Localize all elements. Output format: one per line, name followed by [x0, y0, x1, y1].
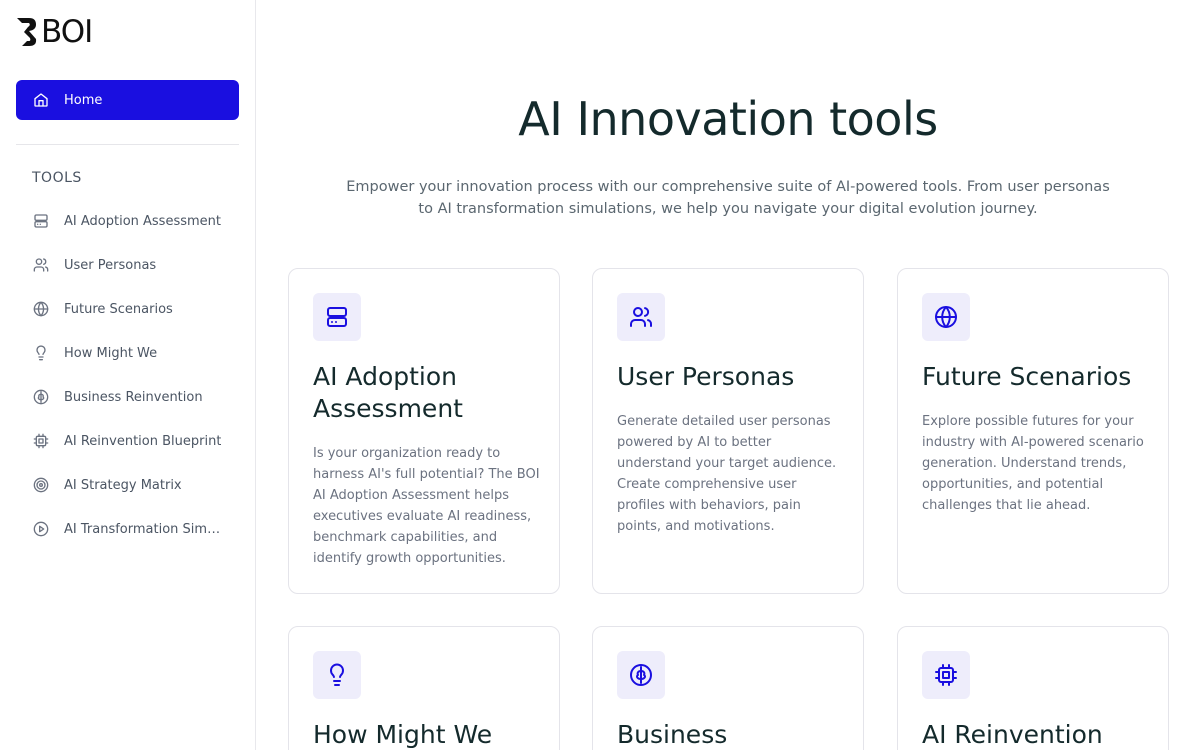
main-content: AI Innovation tools Empower your innovat… — [256, 0, 1200, 750]
brain-icon — [32, 389, 49, 406]
tools-heading: TOOLS — [32, 170, 82, 186]
lightbulb-icon — [32, 345, 49, 362]
sidebar-item-home[interactable]: Home — [16, 80, 239, 120]
server-icon — [313, 293, 361, 341]
globe-icon — [32, 301, 49, 318]
card-title: How Might We — [313, 720, 493, 749]
sidebar-item-business-reinvention[interactable]: Business Reinvention — [16, 375, 239, 419]
target-icon — [32, 477, 49, 494]
sidebar-item-ai-strategy-matrix[interactable]: AI Strategy Matrix — [16, 463, 239, 507]
brain-icon — [617, 651, 665, 699]
sidebar-item-ai-reinvention-blueprint[interactable]: AI Reinvention Blueprint — [16, 419, 239, 463]
sidebar-item-label: Future Scenarios — [64, 301, 173, 317]
lightbulb-icon — [313, 651, 361, 699]
sidebar-item-label: Home — [64, 92, 103, 108]
card-title: AI Adoption Assessment — [313, 362, 463, 423]
card-description: Explore possible futures for your indust… — [922, 414, 1144, 513]
card-description: Is your organization ready to harness AI… — [313, 446, 540, 566]
sidebar-item-user-personas[interactable]: User Personas — [16, 243, 239, 287]
home-icon — [32, 92, 49, 109]
page-subtitle: Empower your innovation process with our… — [346, 179, 1110, 217]
card-description: Generate detailed user personas powered … — [617, 414, 837, 534]
sidebar-item-label: AI Strategy Matrix — [64, 477, 182, 493]
logo-mark-icon — [17, 18, 37, 46]
sidebar-item-label: Business Reinvention — [64, 389, 203, 405]
sidebar-divider — [16, 144, 239, 145]
sidebar-item-label: AI Reinvention Blueprint — [64, 433, 222, 449]
tool-card-how-might-we[interactable]: How Might We — [288, 626, 560, 750]
card-title: AI Reinvention — [922, 720, 1103, 749]
sidebar: BOI Home TOOLS AI Adoption Assessment Us… — [0, 0, 256, 750]
server-icon — [32, 213, 49, 230]
tool-card-ai-adoption-assessment[interactable]: AI Adoption Assessment Is your organizat… — [288, 268, 560, 594]
logo-text: BOI — [41, 14, 93, 50]
sidebar-item-label: AI Transformation Simu... — [64, 521, 224, 537]
tool-card-ai-reinvention-blueprint[interactable]: AI Reinvention — [897, 626, 1169, 750]
page-title: AI Innovation tools — [518, 92, 938, 146]
play-circle-icon — [32, 521, 49, 538]
card-title: Business — [617, 720, 728, 749]
sidebar-item-how-might-we[interactable]: How Might We — [16, 331, 239, 375]
tool-card-user-personas[interactable]: User Personas Generate detailed user per… — [592, 268, 864, 594]
sidebar-item-label: AI Adoption Assessment — [64, 213, 221, 229]
sidebar-item-ai-transformation-simulation[interactable]: AI Transformation Simu... — [16, 507, 239, 551]
card-title: User Personas — [617, 362, 795, 391]
sidebar-item-label: User Personas — [64, 257, 157, 273]
tool-card-business-reinvention[interactable]: Business — [592, 626, 864, 750]
sidebar-item-future-scenarios[interactable]: Future Scenarios — [16, 287, 239, 331]
globe-icon — [922, 293, 970, 341]
tools-nav: AI Adoption Assessment User Personas Fut… — [16, 199, 239, 551]
cpu-icon — [922, 651, 970, 699]
sidebar-item-label: How Might We — [64, 345, 158, 361]
card-title: Future Scenarios — [922, 362, 1132, 391]
logo[interactable]: BOI — [16, 14, 93, 50]
tool-card-future-scenarios[interactable]: Future Scenarios Explore possible future… — [897, 268, 1169, 594]
users-icon — [32, 257, 49, 274]
users-icon — [617, 293, 665, 341]
sidebar-item-ai-adoption-assessment[interactable]: AI Adoption Assessment — [16, 199, 239, 243]
cpu-icon — [32, 433, 49, 450]
